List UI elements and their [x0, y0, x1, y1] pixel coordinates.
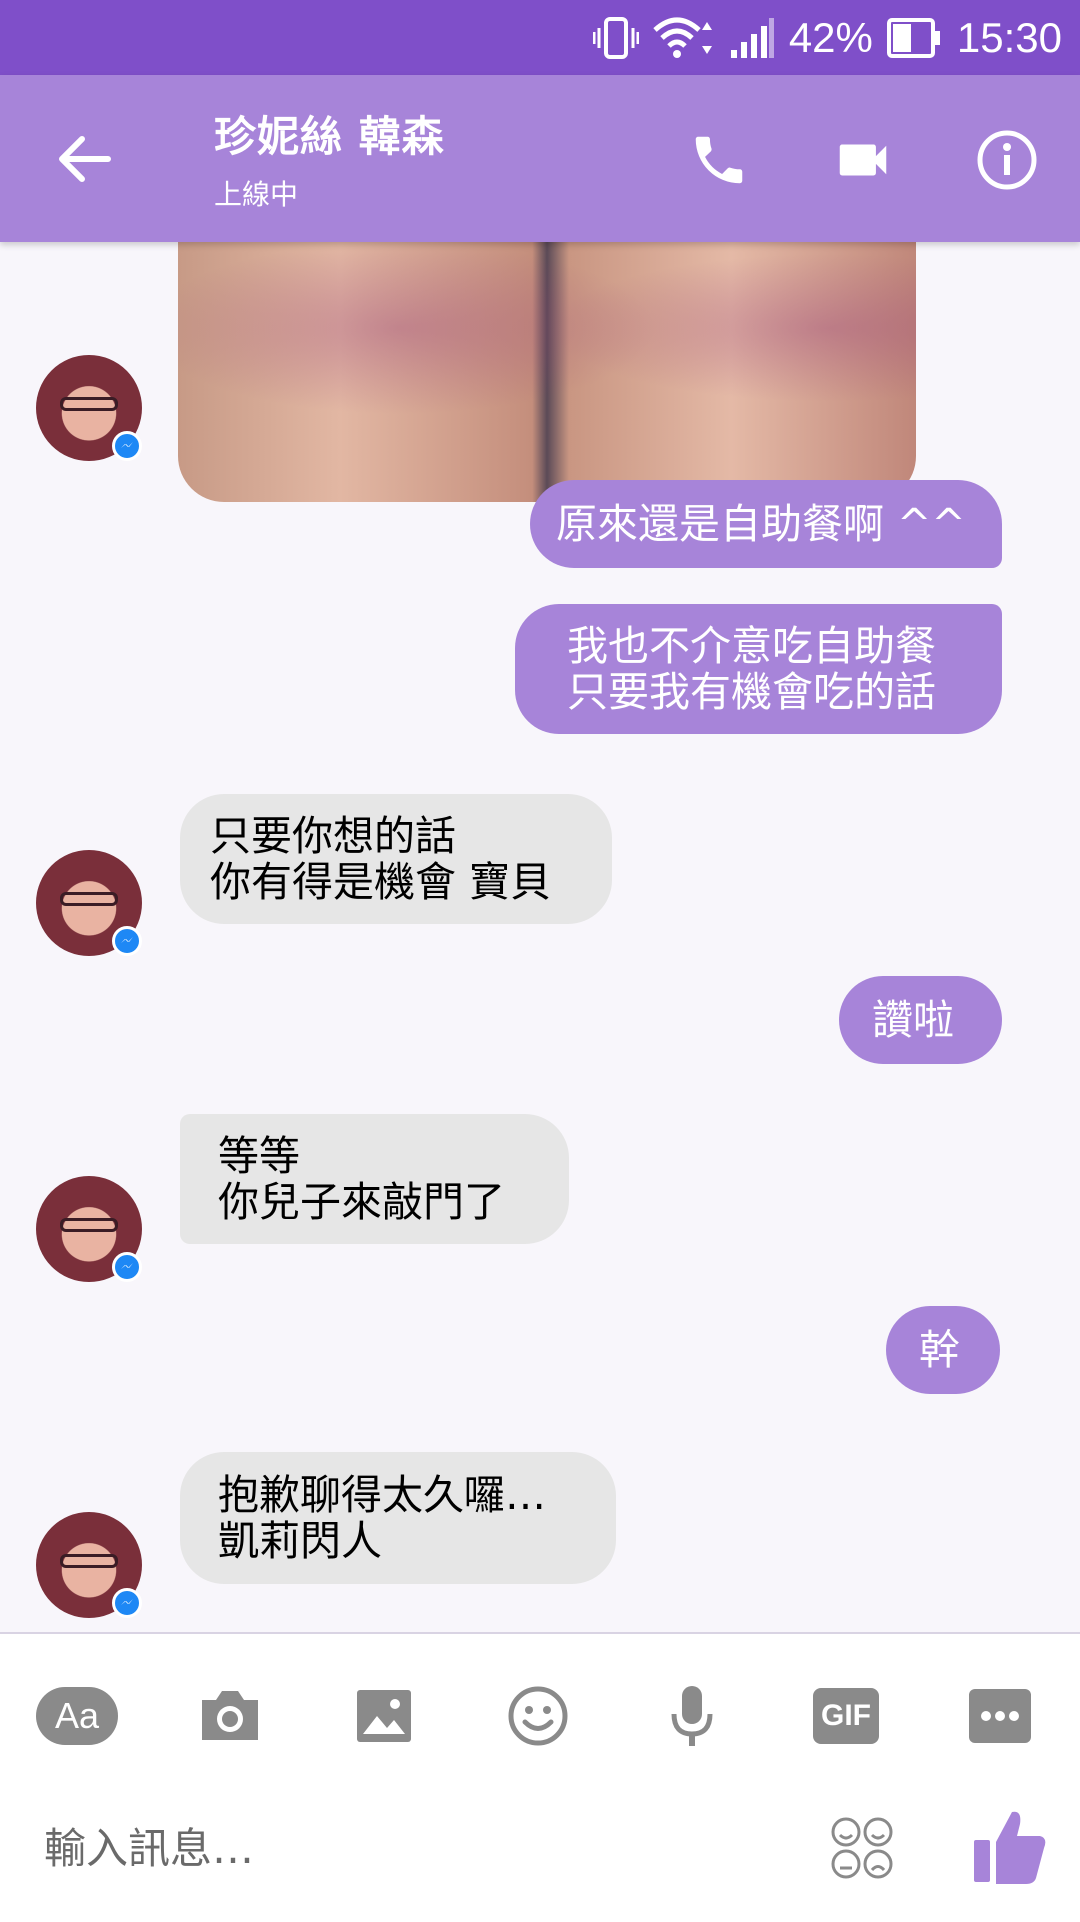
message-bubble-incoming[interactable]: 只要你想的話 你有得是機會 寶貝: [180, 794, 612, 924]
message-text: 只要你想的話 你有得是機會 寶貝: [210, 812, 552, 906]
vibrate-icon: [592, 16, 639, 60]
messenger-badge-icon: [112, 431, 142, 461]
message-bubble-incoming[interactable]: 等等 你兒子來敲門了: [180, 1114, 569, 1244]
message-composer: Aa GIF 輸入訊息…: [0, 1632, 1080, 1922]
more-icon: [969, 1689, 1031, 1743]
more-button[interactable]: [960, 1676, 1040, 1756]
contact-name[interactable]: 珍妮絲 韓森: [214, 103, 445, 164]
message-bubble-outgoing[interactable]: 幹: [886, 1306, 1000, 1394]
message-bubble-incoming[interactable]: 抱歉聊得太久囉… 凱莉閃人: [180, 1452, 616, 1584]
message-text: 等等 你兒子來敲門了: [218, 1132, 505, 1226]
messenger-badge-icon: [112, 926, 142, 956]
gallery-icon: [357, 1690, 411, 1742]
emoji-icon: [508, 1686, 568, 1746]
message-bubble-outgoing[interactable]: 讚啦: [839, 976, 1002, 1064]
info-button[interactable]: [972, 125, 1042, 195]
message-list[interactable]: 原來還是自助餐啊 ^^ 我也不介意吃自助餐 只要我有機會吃的話 只要你想的話 你…: [0, 242, 1080, 1632]
message-input[interactable]: 輸入訊息…: [44, 1814, 254, 1884]
video-call-button[interactable]: [828, 125, 898, 195]
microphone-icon: [671, 1686, 713, 1746]
contact-avatar[interactable]: [36, 1176, 142, 1282]
thumbs-up-icon: [974, 1811, 1046, 1884]
wifi-icon: [653, 16, 717, 60]
gif-button[interactable]: GIF: [806, 1676, 886, 1756]
back-button[interactable]: [52, 127, 116, 191]
emoji-grid-icon: [831, 1817, 893, 1879]
phone-icon: [695, 136, 743, 184]
message-text: 抱歉聊得太久囉… 凱莉閃人: [218, 1471, 546, 1565]
call-button[interactable]: [684, 125, 754, 195]
camera-icon: [202, 1691, 258, 1740]
message-text: 原來還是自助餐啊 ^^: [556, 500, 966, 548]
battery-icon: [886, 17, 943, 58]
contact-avatar[interactable]: [36, 850, 142, 956]
info-icon: [977, 130, 1037, 190]
status-bar: 42% 15:30: [0, 0, 1080, 75]
text-size-button[interactable]: Aa: [36, 1676, 118, 1756]
contact-avatar[interactable]: [36, 355, 142, 461]
voice-button[interactable]: [652, 1676, 732, 1756]
messenger-badge-icon: [112, 1588, 142, 1618]
clock: 15:30: [956, 13, 1062, 61]
camera-button[interactable]: [190, 1676, 270, 1756]
contact-status: 上線中: [214, 178, 299, 211]
message-text: 讚啦: [872, 996, 954, 1044]
emoji-grid-button[interactable]: [830, 1816, 894, 1880]
back-arrow-icon: [59, 136, 111, 182]
contact-avatar[interactable]: [36, 1512, 142, 1618]
image-message[interactable]: [178, 242, 916, 502]
emoji-button[interactable]: [498, 1676, 578, 1756]
battery-percent: 42%: [788, 13, 873, 61]
video-camera-icon: [839, 144, 887, 176]
message-bubble-outgoing[interactable]: 原來還是自助餐啊 ^^: [530, 480, 1002, 568]
message-text: 幹: [919, 1326, 960, 1374]
signal-icon: [730, 17, 775, 58]
gif-label: GIF: [821, 1699, 871, 1732]
conversation-header: 珍妮絲 韓森 上線中: [0, 75, 1080, 242]
like-button[interactable]: [972, 1806, 1048, 1886]
message-bubble-outgoing[interactable]: 我也不介意吃自助餐 只要我有機會吃的話: [515, 604, 1002, 734]
messenger-badge-icon: [112, 1252, 142, 1282]
message-text: 我也不介意吃自助餐 只要我有機會吃的話: [567, 622, 936, 716]
text-size-label: Aa: [54, 1695, 100, 1736]
gallery-button[interactable]: [344, 1676, 424, 1756]
